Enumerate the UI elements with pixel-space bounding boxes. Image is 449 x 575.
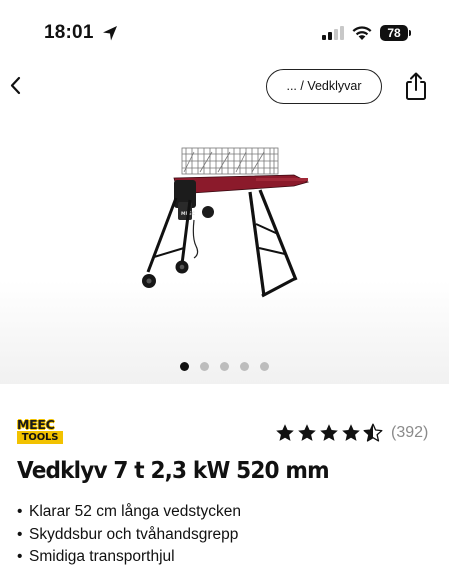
pager-dot-active[interactable] [180,362,189,371]
cellular-signal-icon [322,26,344,40]
bullet-icon: • [17,525,23,543]
pager-dot[interactable] [220,362,229,371]
bullet-icon: • [17,503,23,520]
navigation-bar: ... / Vedklyvar [0,62,449,112]
location-arrow-icon [103,26,117,41]
review-count: (392) [391,424,429,441]
battery-indicator: 78 [380,25,411,41]
star-full-icon [298,424,316,441]
feature-item: • Klarar 52 cm långa vedstycken [17,501,437,524]
star-half-icon [363,423,383,442]
feature-text: Smidiga transporthjul [29,548,175,565]
product-rating[interactable]: (392) [275,422,428,444]
feature-list: • Klarar 52 cm långa vedstycken • Skyddsbu… [17,501,437,569]
brand-logo[interactable]: MEEC TOOLS [17,418,63,444]
battery-tip [409,30,411,36]
brand-logo-line2: TOOLS [17,431,63,444]
pager-dot[interactable] [200,362,209,371]
brand-logo-line1: MEEC [17,417,55,432]
product-title: Vedklyv 7 t 2,3 kW 520 mm [17,458,330,484]
status-bar: 18:01 78 [0,0,449,62]
bullet-icon: • [17,548,23,565]
feature-item: • Smidiga transporthjul [17,546,437,569]
log-splitter-product-image: MEEC [142,147,310,298]
share-icon[interactable] [402,70,430,102]
wifi-icon [352,26,372,40]
battery-level: 78 [380,25,408,41]
pager-dot[interactable] [260,362,269,371]
feature-item: • Skyddsbur och tvåhandsgrepp [17,524,437,547]
breadcrumb[interactable]: ... / Vedklyvar [266,69,382,104]
star-full-icon [320,424,338,441]
feature-text: Klarar 52 cm långa vedstycken [29,503,241,520]
back-chevron-icon[interactable] [4,70,28,102]
image-pager[interactable] [0,362,449,372]
product-info: MEEC TOOLS (392) Vedklyv 7 t 2,3 kW 520 … [0,384,449,575]
star-full-icon [342,424,360,441]
star-full-icon [276,424,294,441]
status-time: 18:01 [44,22,94,43]
feature-text: Skyddsbur och tvåhandsgrepp [29,525,239,543]
pager-dot[interactable] [240,362,249,371]
product-image-gallery[interactable]: MEEC [0,112,449,384]
